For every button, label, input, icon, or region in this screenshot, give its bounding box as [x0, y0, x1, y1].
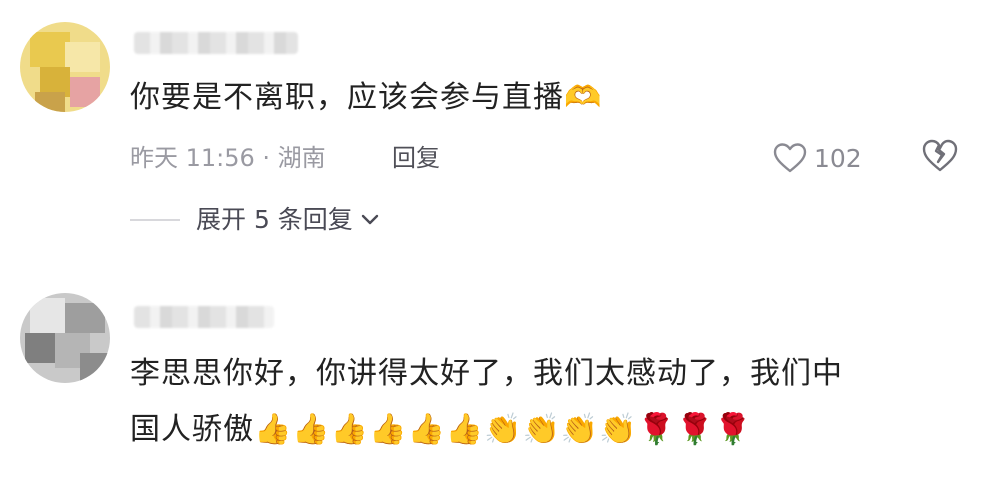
clapping-hands-emoji: 👏	[522, 412, 561, 447]
comment-text-line-1: 李思思你好，你讲得太好了，我们太感动了，我们中	[130, 356, 843, 391]
broken-heart-icon	[922, 139, 958, 172]
rose-emoji: 🌹	[714, 412, 753, 447]
clapping-hands-emoji: 👏	[599, 412, 638, 447]
comment-meta: 昨天 11:56 · 湖南 回复	[130, 140, 440, 176]
clapping-hands-emoji: 👏	[560, 412, 600, 447]
dislike-button[interactable]	[920, 138, 960, 178]
username-blurred[interactable]	[134, 32, 298, 54]
expand-replies-button[interactable]: 展开 5 条回复	[196, 202, 379, 238]
thumbs-up-emoji: 👍	[407, 412, 446, 447]
username-blurred[interactable]	[134, 306, 274, 328]
avatar[interactable]	[20, 22, 110, 112]
comment-text: 你要是不离职，应该会参与直播🫶	[130, 80, 603, 115]
like-button[interactable]: 102	[772, 138, 862, 178]
chevron-down-icon	[361, 214, 379, 225]
like-count: 102	[814, 143, 862, 173]
thumbs-up-emoji: 👍	[330, 412, 370, 447]
clapping-hands-emoji: 👏	[484, 412, 523, 447]
heart-outline-icon	[773, 143, 807, 173]
thumbs-up-emoji: 👍	[445, 412, 485, 447]
thumbs-up-emoji: 👍	[369, 412, 408, 447]
reply-divider	[130, 219, 180, 221]
thumbs-up-emoji: 👍	[292, 412, 331, 447]
heart-hands-emoji: 🫶	[564, 80, 603, 115]
rose-emoji: 🌹	[675, 412, 715, 447]
comment-time-location: 昨天 11:56 · 湖南	[130, 144, 326, 172]
reply-button[interactable]: 回复	[392, 140, 440, 176]
expand-replies-label: 展开 5 条回复	[196, 205, 353, 234]
thumbs-up-emoji: 👍	[254, 412, 293, 447]
comment-text-line-2: 国人骄傲👍👍👍👍👍👍👏👏👏👏🌹🌹🌹	[130, 412, 753, 447]
avatar[interactable]	[20, 293, 110, 383]
rose-emoji: 🌹	[637, 412, 676, 447]
